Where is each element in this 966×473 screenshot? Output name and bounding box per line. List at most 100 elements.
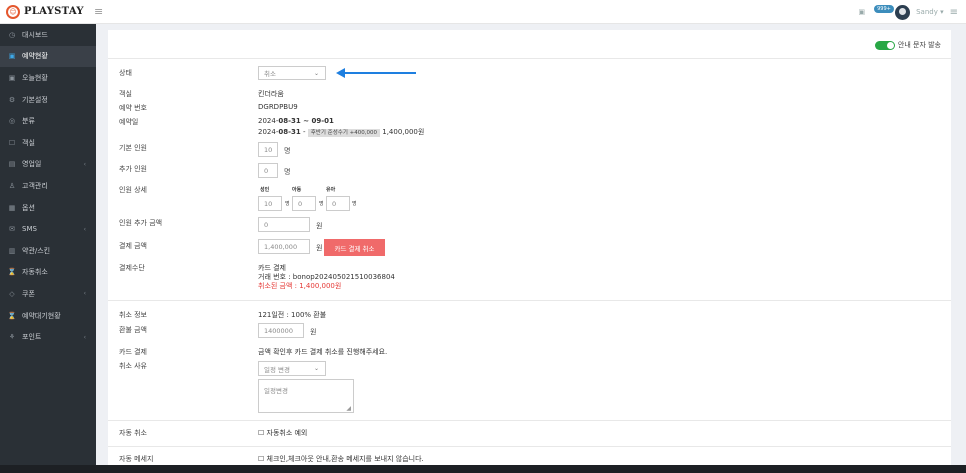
auto-message-checkbox[interactable]: ☐ 체크인,체크아웃 안내,환송 메세지를 보내지 않습니다. [258,454,424,464]
sidebar: ◷ 대시보드 ▣ 예약현황 ▣ 오늘현황 ⚙ 기본설정 ◎ 분류 ☐ 객실 ▤ 영업일 ‹ ♙ 고객관리 ▦ 옵션 ✉… [0,24,96,473]
sidebar-item-0[interactable]: ◷ 대시보드 [0,24,96,46]
avatar[interactable] [895,4,911,20]
status-select[interactable]: 취소 ⌄ [258,66,326,80]
divider [108,58,951,59]
toggle-switch[interactable] [874,40,895,50]
resize-handle-icon[interactable]: ◢ [346,405,351,412]
adult-heading: 성인 [260,187,270,193]
extra-fee-label: 인원 추가 금액 [119,219,163,227]
sidebar-item-label: 고객관리 [22,181,48,190]
reservation-detail-panel: 안내 문자 발송 상태 취소 ⌄ 객실 킨더라움 예약 번호 DGRDPBU9 … [108,30,951,473]
guest-detail-label: 인원 상세 [119,186,147,194]
card-cancel-button[interactable]: 카드 결제 취소 [324,239,385,256]
payment-amount-input[interactable]: 1,400,000 [258,239,310,254]
payment-method-label: 결제수단 [119,264,145,272]
divider [108,420,951,421]
extra-fee-unit: 원 [316,222,323,230]
waitlist-icon: ⌛ [7,311,17,320]
sidebar-item-11[interactable]: ⌛ 자동취소 [0,262,96,284]
business-icon: ▤ [8,160,16,169]
payment-amount-label: 결제 금액 [119,242,147,250]
sidebar-item-8[interactable]: ▦ 옵션 [0,197,96,219]
settings-icon: ⚙ [8,95,16,104]
sidebar-item-9[interactable]: ✉ SMS ‹ [0,218,96,240]
base-guests-unit: 명 [284,147,291,155]
divider [108,446,951,447]
base-guests-input[interactable]: 10 [258,142,278,157]
child-unit: 명 [319,201,324,207]
logo-icon: ☺ [6,4,20,19]
terms-icon: ▥ [8,246,16,255]
sidebar-item-label: SMS [22,225,37,234]
status-value: 취소 [264,70,276,78]
calendar-icon[interactable]: ▣ [858,8,865,16]
chevron-left-icon: ‹ [83,160,86,168]
sidebar-item-label: 예약대기현황 [22,311,61,320]
cancel-reason-label: 취소 사유 [119,362,147,370]
divider [108,300,951,301]
sidebar-item-label: 예약현황 [22,52,48,61]
cancel-reason-textarea[interactable]: 일정변경 ◢ [258,379,354,413]
notification-badge: 999+ [874,5,894,13]
customer-icon: ♙ [8,181,16,190]
sidebar-item-6[interactable]: ▤ 영업일 ‹ [0,154,96,176]
room-label: 객실 [119,90,132,98]
chevron-down-icon: ⌄ [313,365,319,372]
point-icon: ⚘ [8,333,16,342]
child-heading: 아동 [292,187,302,193]
reservation-no-label: 예약 번호 [119,104,147,112]
infant-input[interactable]: 0 [326,196,350,211]
sidebar-item-label: 자동취소 [22,268,48,277]
notification-icon[interactable]: 999+ [871,5,894,16]
brand-logo[interactable]: ☺ PLAYSTAY [0,0,100,24]
sidebar-item-12[interactable]: ◇ 쿠폰 ‹ [0,283,96,305]
room-value: 킨더라움 [258,90,284,98]
child-input[interactable]: 0 [292,196,316,211]
sidebar-item-10[interactable]: ▥ 약관/스킨 [0,240,96,262]
sidebar-item-label: 분류 [22,117,35,126]
sidebar-item-label: 기본설정 [22,95,48,104]
sms-icon: ✉ [9,225,15,234]
sidebar-item-label: 쿠폰 [22,289,35,298]
arrow-pointer-icon [336,68,416,78]
sms-toggle[interactable]: 안내 문자 발송 [874,40,941,50]
chevron-left-icon: ‹ [83,225,86,233]
extra-guests-input[interactable]: 0 [258,163,278,178]
cancel-info-label: 취소 정보 [119,311,147,319]
sidebar-item-2[interactable]: ▣ 오늘현황 [0,67,96,89]
payment-amount-unit: 원 [316,244,323,252]
sidebar-item-13[interactable]: ⌛ 예약대기현황 [0,305,96,327]
user-menu[interactable]: Sandy ▾ [916,8,944,16]
chevron-left-icon: ‹ [83,333,86,341]
menu-toggle-icon[interactable]: ≡ [94,5,103,18]
refund-amount-unit: 원 [310,328,317,336]
sms-toggle-label: 안내 문자 발송 [897,41,941,49]
auto-cancel-label: 자동 취소 [119,429,147,437]
infant-unit: 명 [352,201,357,207]
auto-cancel-checkbox[interactable]: ☐ 자동취소 예외 [258,428,307,438]
reservation-no-value: DGRDPBU9 [258,103,298,111]
season-tag: 후반기 준성수기 +400,000 [307,129,380,137]
sidebar-item-7[interactable]: ♙ 고객관리 [0,175,96,197]
cancel-reason-select[interactable]: 일정 변경 ⌄ [258,361,326,376]
sidebar-item-1[interactable]: ▣ 예약현황 [0,45,96,68]
menu-icon[interactable]: ≡ [950,7,958,18]
auto-message-label: 자동 메세지 [119,455,154,463]
cancelled-amount: 취소된 금액 : 1,400,000원 [258,282,342,290]
chevron-down-icon: ⌄ [313,69,319,77]
sidebar-item-5[interactable]: ☐ 객실 [0,132,96,154]
dashboard-icon: ◷ [8,30,16,39]
adult-unit: 명 [285,201,290,207]
sidebar-item-14[interactable]: ⚘ 포인트 ‹ [0,326,96,348]
sidebar-item-4[interactable]: ◎ 분류 [0,110,96,132]
sidebar-item-3[interactable]: ⚙ 기본설정 [0,89,96,111]
reservation-date-detail: 2024-08-31 - 후반기 준성수기 +400,000 1,400,000… [258,128,425,137]
extra-guests-label: 추가 인원 [119,165,147,173]
adult-input[interactable]: 10 [258,196,282,211]
extra-fee-input[interactable]: 0 [258,217,310,232]
brand-name: PLAYSTAY [24,6,84,17]
cancel-info-value: 121일전 : 100% 환불 [258,311,327,319]
status-label: 상태 [119,69,132,77]
card-payment-label: 카드 결제 [119,348,147,356]
refund-amount-input[interactable]: 1400000 [258,323,304,338]
